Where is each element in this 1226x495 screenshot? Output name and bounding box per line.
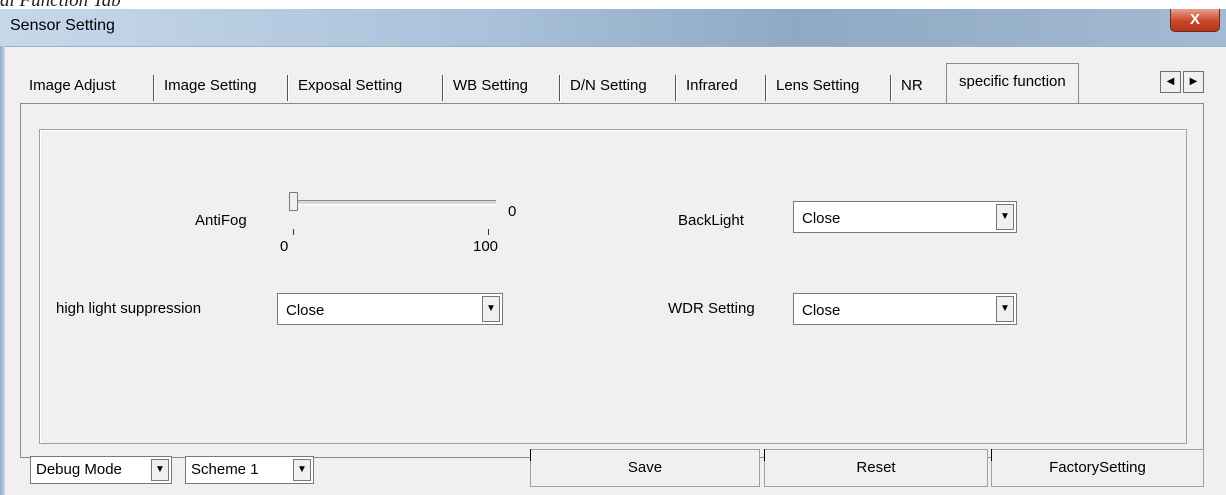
- backlight-select-value: Close: [802, 210, 841, 227]
- backlight-select[interactable]: Close ▼: [793, 201, 1017, 233]
- tab-separator: [442, 75, 443, 101]
- mode-select-value: Debug Mode: [36, 461, 122, 478]
- antifog-max-tick: [488, 229, 489, 235]
- tab-nr[interactable]: NR: [896, 69, 928, 103]
- wdr-setting-select-value: Close: [802, 302, 841, 319]
- tab-infrared[interactable]: Infrared: [681, 69, 743, 103]
- window-title: Sensor Setting: [10, 17, 115, 34]
- tab-separator: [287, 75, 288, 101]
- tab-exposal-setting[interactable]: Exposal Setting: [293, 69, 407, 103]
- antifog-slider-thumb[interactable]: [289, 192, 298, 211]
- tab-scroll-left-icon[interactable]: ◀: [1160, 71, 1181, 93]
- tab-lens-setting[interactable]: Lens Setting: [771, 69, 864, 103]
- tab-separator: [675, 75, 676, 101]
- mode-select[interactable]: Debug Mode ▼: [30, 456, 172, 484]
- antifog-label: AntiFog: [195, 212, 247, 229]
- tab-separator: [765, 75, 766, 101]
- scheme-select[interactable]: Scheme 1 ▼: [185, 456, 314, 484]
- tab-separator: [153, 75, 154, 101]
- settings-group-box: [39, 129, 1187, 444]
- reset-button[interactable]: Reset: [764, 449, 988, 487]
- specific-function-panel: [20, 103, 1204, 458]
- scheme-select-value: Scheme 1: [191, 461, 259, 478]
- high-light-suppression-select-value: Close: [286, 302, 325, 319]
- chevron-down-icon[interactable]: ▼: [482, 296, 500, 322]
- tab-wb-setting[interactable]: WB Setting: [448, 69, 533, 103]
- wdr-setting-select[interactable]: Close ▼: [793, 293, 1017, 325]
- chevron-down-icon[interactable]: ▼: [996, 296, 1014, 322]
- wdr-setting-label: WDR Setting: [668, 300, 755, 317]
- antifog-min-tick: [293, 229, 294, 235]
- tab-strip: Image Adjust Image Setting Exposal Setti…: [24, 63, 1184, 103]
- tab-scroll-right-icon[interactable]: ▶: [1183, 71, 1204, 93]
- high-light-suppression-label: high light suppression: [56, 300, 202, 317]
- backlight-label: BackLight: [678, 212, 744, 229]
- save-button[interactable]: Save: [530, 449, 760, 487]
- tab-image-setting[interactable]: Image Setting: [159, 69, 262, 103]
- tab-scroll-buttons: ◀ ▶: [1160, 71, 1204, 93]
- tab-image-adjust[interactable]: Image Adjust: [24, 69, 121, 103]
- tab-dn-setting[interactable]: D/N Setting: [565, 69, 652, 103]
- chevron-down-icon[interactable]: ▼: [293, 459, 311, 481]
- title-bar: Sensor Setting X: [0, 9, 1226, 47]
- antifog-value: 0: [508, 203, 517, 220]
- tab-separator: [559, 75, 560, 101]
- tab-specific-function[interactable]: specific function: [946, 63, 1079, 103]
- chevron-down-icon[interactable]: ▼: [151, 459, 169, 481]
- high-light-suppression-select[interactable]: Close ▼: [277, 293, 503, 325]
- window-left-border: [0, 46, 5, 495]
- antifog-min-label: 0: [280, 238, 289, 255]
- close-button[interactable]: X: [1170, 9, 1220, 32]
- chevron-down-icon[interactable]: ▼: [996, 204, 1014, 230]
- factory-setting-button[interactable]: FactorySetting: [991, 449, 1204, 487]
- antifog-max-label: 100: [473, 238, 499, 255]
- tab-separator: [890, 75, 891, 101]
- antifog-slider-track[interactable]: [292, 200, 496, 205]
